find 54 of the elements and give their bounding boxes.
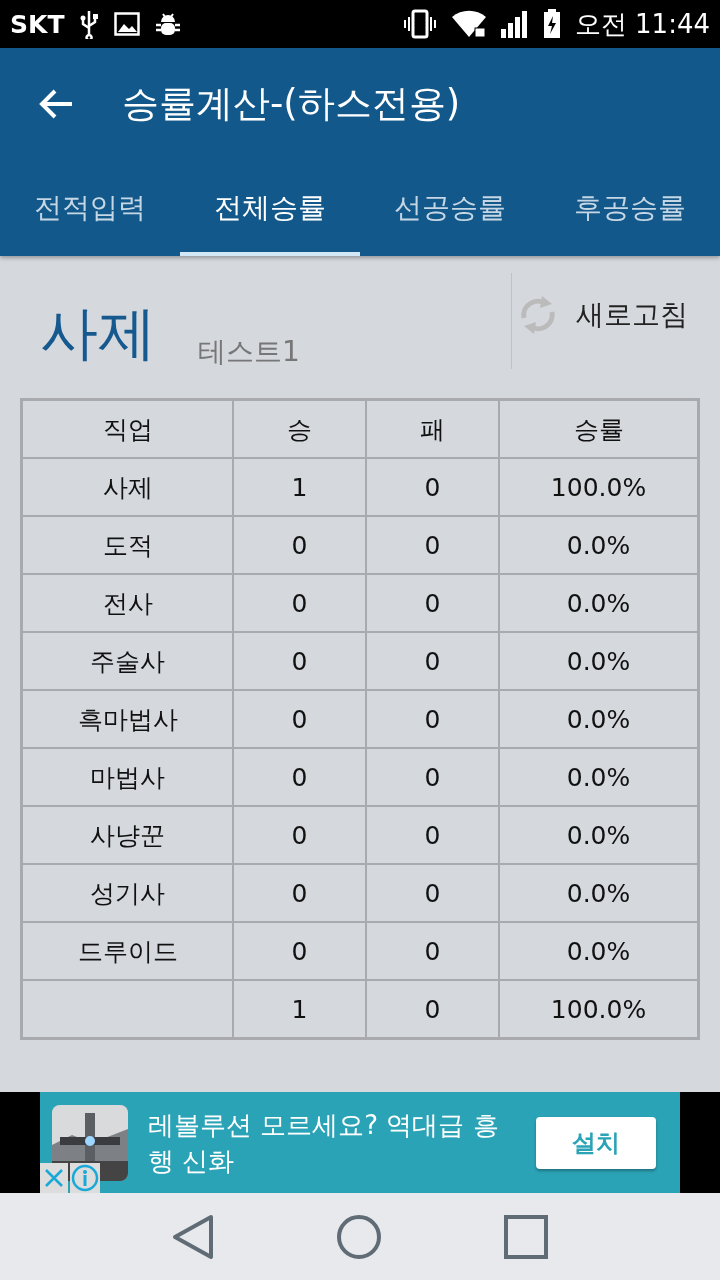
- usb-icon: [78, 9, 101, 39]
- column-header: 승: [233, 399, 366, 458]
- table-cell: 흑마법사: [21, 690, 233, 748]
- table-cell: 0: [366, 806, 499, 864]
- back-icon[interactable]: [170, 1213, 215, 1260]
- tab[interactable]: 선공승률: [360, 160, 540, 256]
- battery-charging-icon: [542, 9, 561, 39]
- refresh-button[interactable]: 새로고침: [512, 294, 720, 336]
- install-button[interactable]: 설치: [536, 1116, 656, 1169]
- table-cell: 드루이드: [21, 922, 233, 980]
- column-header: 패: [366, 399, 499, 458]
- table-cell: 0: [366, 748, 499, 806]
- table-cell: 0: [233, 516, 366, 574]
- tab[interactable]: 전적입력: [0, 160, 180, 256]
- tab[interactable]: 후공승률: [540, 160, 720, 256]
- table-cell: 0: [366, 632, 499, 690]
- table-cell: 0: [366, 458, 499, 516]
- table-cell: 0: [233, 806, 366, 864]
- table-cell: 전사: [21, 574, 233, 632]
- table-cell: 0: [366, 516, 499, 574]
- home-icon[interactable]: [336, 1213, 382, 1260]
- clock-text: 오전 11:44: [574, 7, 710, 41]
- ad-banner[interactable]: 레볼루션 모르세요? 역대급 흥행 신화 설치: [40, 1092, 680, 1193]
- table-cell: 성기사: [21, 864, 233, 922]
- table-cell: 주술사: [21, 632, 233, 690]
- table-cell: 0: [366, 864, 499, 922]
- screen-title: 승률계산-(하스전용): [122, 81, 461, 127]
- table-cell: 마법사: [21, 748, 233, 806]
- table-cell: 0: [366, 922, 499, 980]
- recents-icon[interactable]: [503, 1213, 550, 1260]
- class-name: 사제: [40, 298, 156, 369]
- table-cell: 사냥꾼: [21, 806, 233, 864]
- vibrate-icon: [402, 9, 437, 39]
- table-cell: 사제: [21, 458, 233, 516]
- table-cell: 0: [233, 748, 366, 806]
- table-cell: 도적: [21, 516, 233, 574]
- deck-name: 테스트1: [198, 334, 301, 370]
- table-cell: 0: [233, 574, 366, 632]
- table-cell: 0: [366, 690, 499, 748]
- table-cell: 1: [233, 458, 366, 516]
- column-header: 직업: [21, 399, 233, 458]
- signal-icon: [500, 9, 529, 39]
- refresh-icon: [518, 294, 558, 336]
- ad-text: 레볼루션 모르세요? 역대급 흥행 신화: [148, 1108, 500, 1178]
- table-cell: 0: [366, 574, 499, 632]
- table-cell: 0: [233, 690, 366, 748]
- wifi-icon: [450, 9, 487, 39]
- table-cell: 0: [233, 864, 366, 922]
- tab[interactable]: 전체승률: [180, 160, 360, 256]
- back-arrow-icon[interactable]: [38, 88, 74, 120]
- image-icon: [114, 12, 141, 36]
- table-cell: 0: [233, 922, 366, 980]
- carrier-label: SKT: [10, 9, 65, 39]
- table-cell: 0: [233, 632, 366, 690]
